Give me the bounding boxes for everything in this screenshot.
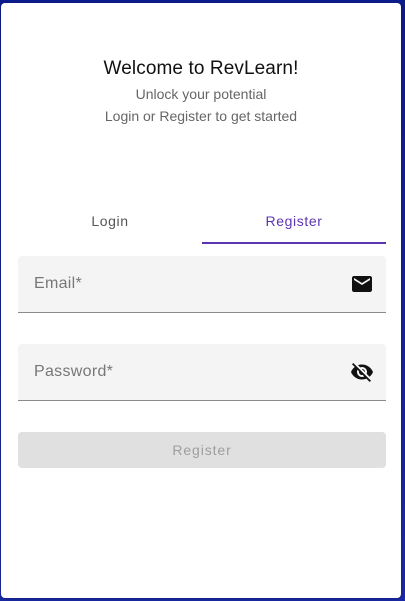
- page-title: Welcome to RevLearn!: [103, 58, 299, 79]
- tab-register[interactable]: Register: [202, 200, 386, 246]
- email-field: [18, 256, 386, 313]
- visibility-off-icon[interactable]: [350, 360, 374, 384]
- auth-tabs: Login Register: [18, 200, 386, 246]
- tab-login[interactable]: Login: [18, 200, 202, 246]
- password-field: [18, 344, 386, 401]
- subtitle-tagline: Unlock your potential: [135, 86, 267, 102]
- page-background: Welcome to RevLearn! Unlock your potenti…: [0, 0, 405, 601]
- auth-card: Welcome to RevLearn! Unlock your potenti…: [1, 3, 401, 598]
- register-button[interactable]: Register: [18, 432, 386, 468]
- subtitle-instructions: Login or Register to get started: [104, 108, 298, 124]
- email-icon: [350, 272, 374, 296]
- password-input[interactable]: [18, 344, 386, 400]
- email-input[interactable]: [18, 256, 386, 312]
